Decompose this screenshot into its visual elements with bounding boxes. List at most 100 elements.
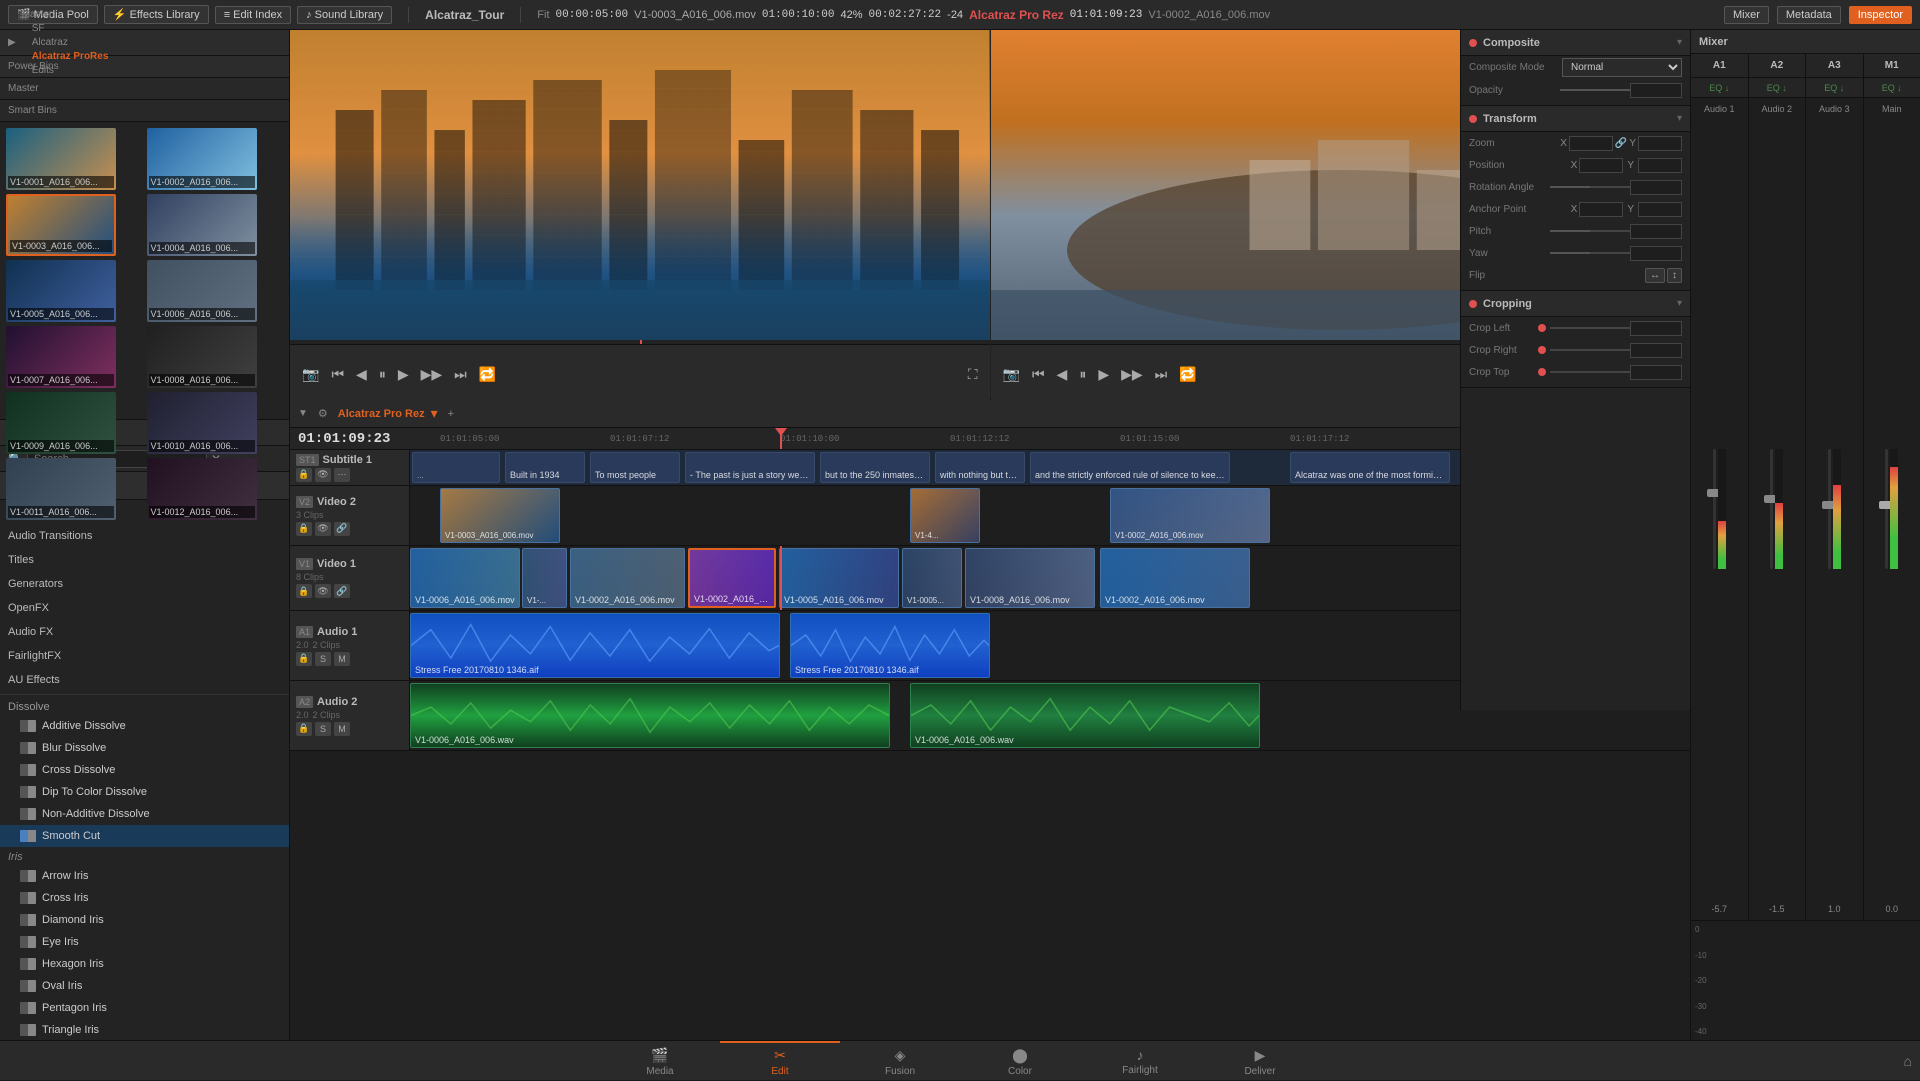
- eq-btn-a3[interactable]: EQ ↓: [1806, 78, 1864, 97]
- crop-top-input[interactable]: 0.000: [1630, 365, 1682, 380]
- zoom-y-input[interactable]: 1.000: [1638, 136, 1682, 151]
- eq-btn-a1[interactable]: EQ ↓: [1691, 78, 1749, 97]
- crop-left-slider[interactable]: [1550, 327, 1630, 329]
- v2-clip-1[interactable]: V1-0003_A016_006.mov: [440, 488, 560, 543]
- opacity-input[interactable]: 100.00: [1630, 83, 1682, 98]
- v1-clip-1[interactable]: V1-0006_A016_006.mov: [410, 548, 520, 608]
- v1-clip-6[interactable]: V1-0005...: [902, 548, 962, 608]
- clip-thumb-1[interactable]: V1-0001_A016_006...: [6, 128, 116, 190]
- bin-sf[interactable]: SF: [22, 22, 109, 35]
- subtitle-clip-5[interactable]: with nothing but their wool,: [935, 452, 1025, 483]
- clip-thumb-11[interactable]: V1-0011_A016_006...: [6, 458, 116, 520]
- position-x-input[interactable]: 0.000: [1579, 158, 1623, 173]
- tl-next-frame-icon[interactable]: ▶▶: [1117, 364, 1147, 385]
- mixer-a3-fader-track[interactable]: [1828, 449, 1831, 569]
- tl-add-track-icon[interactable]: +: [444, 406, 458, 422]
- clip-thumb-12[interactable]: V1-0012_A016_006...: [147, 458, 257, 520]
- pitch-slider[interactable]: [1550, 230, 1630, 232]
- composite-mode-select[interactable]: Normal: [1562, 58, 1682, 77]
- subtitle-clip-3[interactable]: - The past is just a story we tell ourse…: [685, 452, 815, 483]
- trans-diamond-iris[interactable]: Diamond Iris: [0, 909, 289, 931]
- trans-hexagon-iris[interactable]: Hexagon Iris: [0, 953, 289, 975]
- v1-clip-4-selected[interactable]: V1-0002_A016_006.mov: [688, 548, 776, 608]
- v1-clip-8[interactable]: V1-0002_A016_006.mov: [1100, 548, 1250, 608]
- tc-link-v1[interactable]: 🔗: [334, 584, 350, 598]
- bottom-tab-deliver[interactable]: ▶ Deliver: [1200, 1041, 1320, 1081]
- clip-thumb-9[interactable]: V1-0009_A016_006...: [6, 392, 116, 454]
- tc-lock-a2[interactable]: 🔒: [296, 722, 312, 736]
- anchor-y-input[interactable]: 0.000: [1638, 202, 1682, 217]
- src-prev-frame-icon[interactable]: ◀: [352, 364, 371, 385]
- clip-thumb-4[interactable]: V1-0004_A016_006...: [147, 194, 257, 256]
- a2-clip-1[interactable]: V1-0006_A016_006.wav: [410, 683, 890, 748]
- eq-btn-m1[interactable]: EQ ↓: [1864, 78, 1920, 97]
- tl-loop-icon[interactable]: 🔁: [1175, 364, 1200, 385]
- trans-eye-iris[interactable]: Eye Iris: [0, 931, 289, 953]
- effects-library-tab[interactable]: ⚡ Effects Library: [104, 5, 209, 24]
- bottom-tab-color[interactable]: ⬤ Color: [960, 1041, 1080, 1081]
- trans-arrow-iris[interactable]: Arrow Iris: [0, 865, 289, 887]
- trans-oval-iris[interactable]: Oval Iris: [0, 975, 289, 997]
- rotation-slider[interactable]: [1550, 186, 1630, 188]
- trans-additive-dissolve[interactable]: Additive Dissolve: [0, 715, 289, 737]
- tc-lock-v2[interactable]: 🔒: [296, 522, 312, 536]
- cropping-header[interactable]: Cropping ▾: [1461, 291, 1690, 317]
- anchor-x-input[interactable]: 0.000: [1579, 202, 1623, 217]
- trans-cross-iris[interactable]: Cross Iris: [0, 887, 289, 909]
- subtitle-clip-1[interactable]: Built in 1934: [505, 452, 585, 483]
- trans-triangle-iris[interactable]: Triangle Iris: [0, 1019, 289, 1040]
- src-loop-icon[interactable]: 🔁: [475, 364, 500, 385]
- tc-m-a1[interactable]: M: [334, 652, 350, 666]
- trans-non-additive[interactable]: Non-Additive Dissolve: [0, 803, 289, 825]
- clip-thumb-8[interactable]: V1-0008_A016_006...: [147, 326, 257, 388]
- subtitle-clip-7[interactable]: Alcatraz was one of the most formidable …: [1290, 452, 1450, 483]
- nav-fairlightfx[interactable]: FairlightFX: [0, 644, 289, 668]
- yaw-slider[interactable]: [1550, 252, 1630, 254]
- trans-dip-dissolve[interactable]: Dip To Color Dissolve: [0, 781, 289, 803]
- nav-generators[interactable]: Generators: [0, 572, 289, 596]
- tl-dropdown-icon[interactable]: ▼: [298, 408, 308, 419]
- tc-opt-subtitle[interactable]: ⋯: [334, 468, 350, 482]
- yaw-input[interactable]: 0.000: [1630, 246, 1682, 261]
- metadata-tab[interactable]: Metadata: [1777, 6, 1841, 24]
- flip-v-btn[interactable]: ↕: [1667, 268, 1682, 283]
- rotation-input[interactable]: 0.000: [1630, 180, 1682, 195]
- tl-camera-icon[interactable]: 📷: [999, 364, 1024, 385]
- subtitle-clip-2[interactable]: To most people: [590, 452, 680, 483]
- tl-settings-icon[interactable]: ⚙: [314, 405, 332, 422]
- mixer-a1-fader-track[interactable]: [1713, 449, 1716, 569]
- nav-titles[interactable]: Titles: [0, 548, 289, 572]
- v1-clip-3[interactable]: V1-0002_A016_006.mov: [570, 548, 685, 608]
- crop-left-input[interactable]: 0.000: [1630, 321, 1682, 336]
- tl-skip-back-icon[interactable]: ⏮: [1028, 364, 1049, 385]
- subtitle-clip-6[interactable]: and the strictly enforced rule of silenc…: [1030, 452, 1230, 483]
- clip-thumb-5[interactable]: V1-0005_A016_006...: [6, 260, 116, 322]
- transform-header[interactable]: Transform ▾: [1461, 106, 1690, 132]
- composite-header[interactable]: Composite ▾: [1461, 30, 1690, 56]
- mixer-main-fader-track[interactable]: [1885, 449, 1888, 569]
- tc-lock-subtitle[interactable]: 🔒: [296, 468, 312, 482]
- bin-master[interactable]: Master: [22, 8, 109, 21]
- trans-smooth-cut[interactable]: Smooth Cut: [0, 825, 289, 847]
- flip-h-btn[interactable]: ↔: [1645, 268, 1665, 283]
- tl-dropdown-arrow[interactable]: ▾: [431, 405, 438, 422]
- bottom-tab-edit[interactable]: ✂ Edit: [720, 1041, 840, 1081]
- src-stop-icon[interactable]: ⏸: [375, 364, 390, 385]
- crop-right-slider[interactable]: [1550, 349, 1630, 351]
- v1-clip-5[interactable]: V1-0005_A016_006.mov: [779, 548, 899, 608]
- tc-m-a2[interactable]: M: [334, 722, 350, 736]
- opacity-slider[interactable]: [1560, 89, 1630, 91]
- subtitle-clip-0[interactable]: ...: [412, 452, 500, 483]
- clip-thumb-2[interactable]: V1-0002_A016_006...: [147, 128, 257, 190]
- mixer-tab[interactable]: Mixer: [1724, 6, 1769, 24]
- tc-eye-v1[interactable]: 👁: [315, 584, 331, 598]
- tl-stop-icon[interactable]: ⏸: [1075, 364, 1090, 385]
- clip-thumb-10[interactable]: V1-0010_A016_006...: [147, 392, 257, 454]
- nav-audio-transitions[interactable]: Audio Transitions: [0, 524, 289, 548]
- subtitle-clip-4[interactable]: but to the 250 inmates held on average,: [820, 452, 930, 483]
- position-y-input[interactable]: 0.000: [1638, 158, 1682, 173]
- tc-eye-v2[interactable]: 👁: [315, 522, 331, 536]
- src-next-frame-icon[interactable]: ▶▶: [417, 364, 447, 385]
- sound-library-tab[interactable]: ♪ Sound Library: [297, 6, 392, 24]
- tc-eye-subtitle[interactable]: 👁: [315, 468, 331, 482]
